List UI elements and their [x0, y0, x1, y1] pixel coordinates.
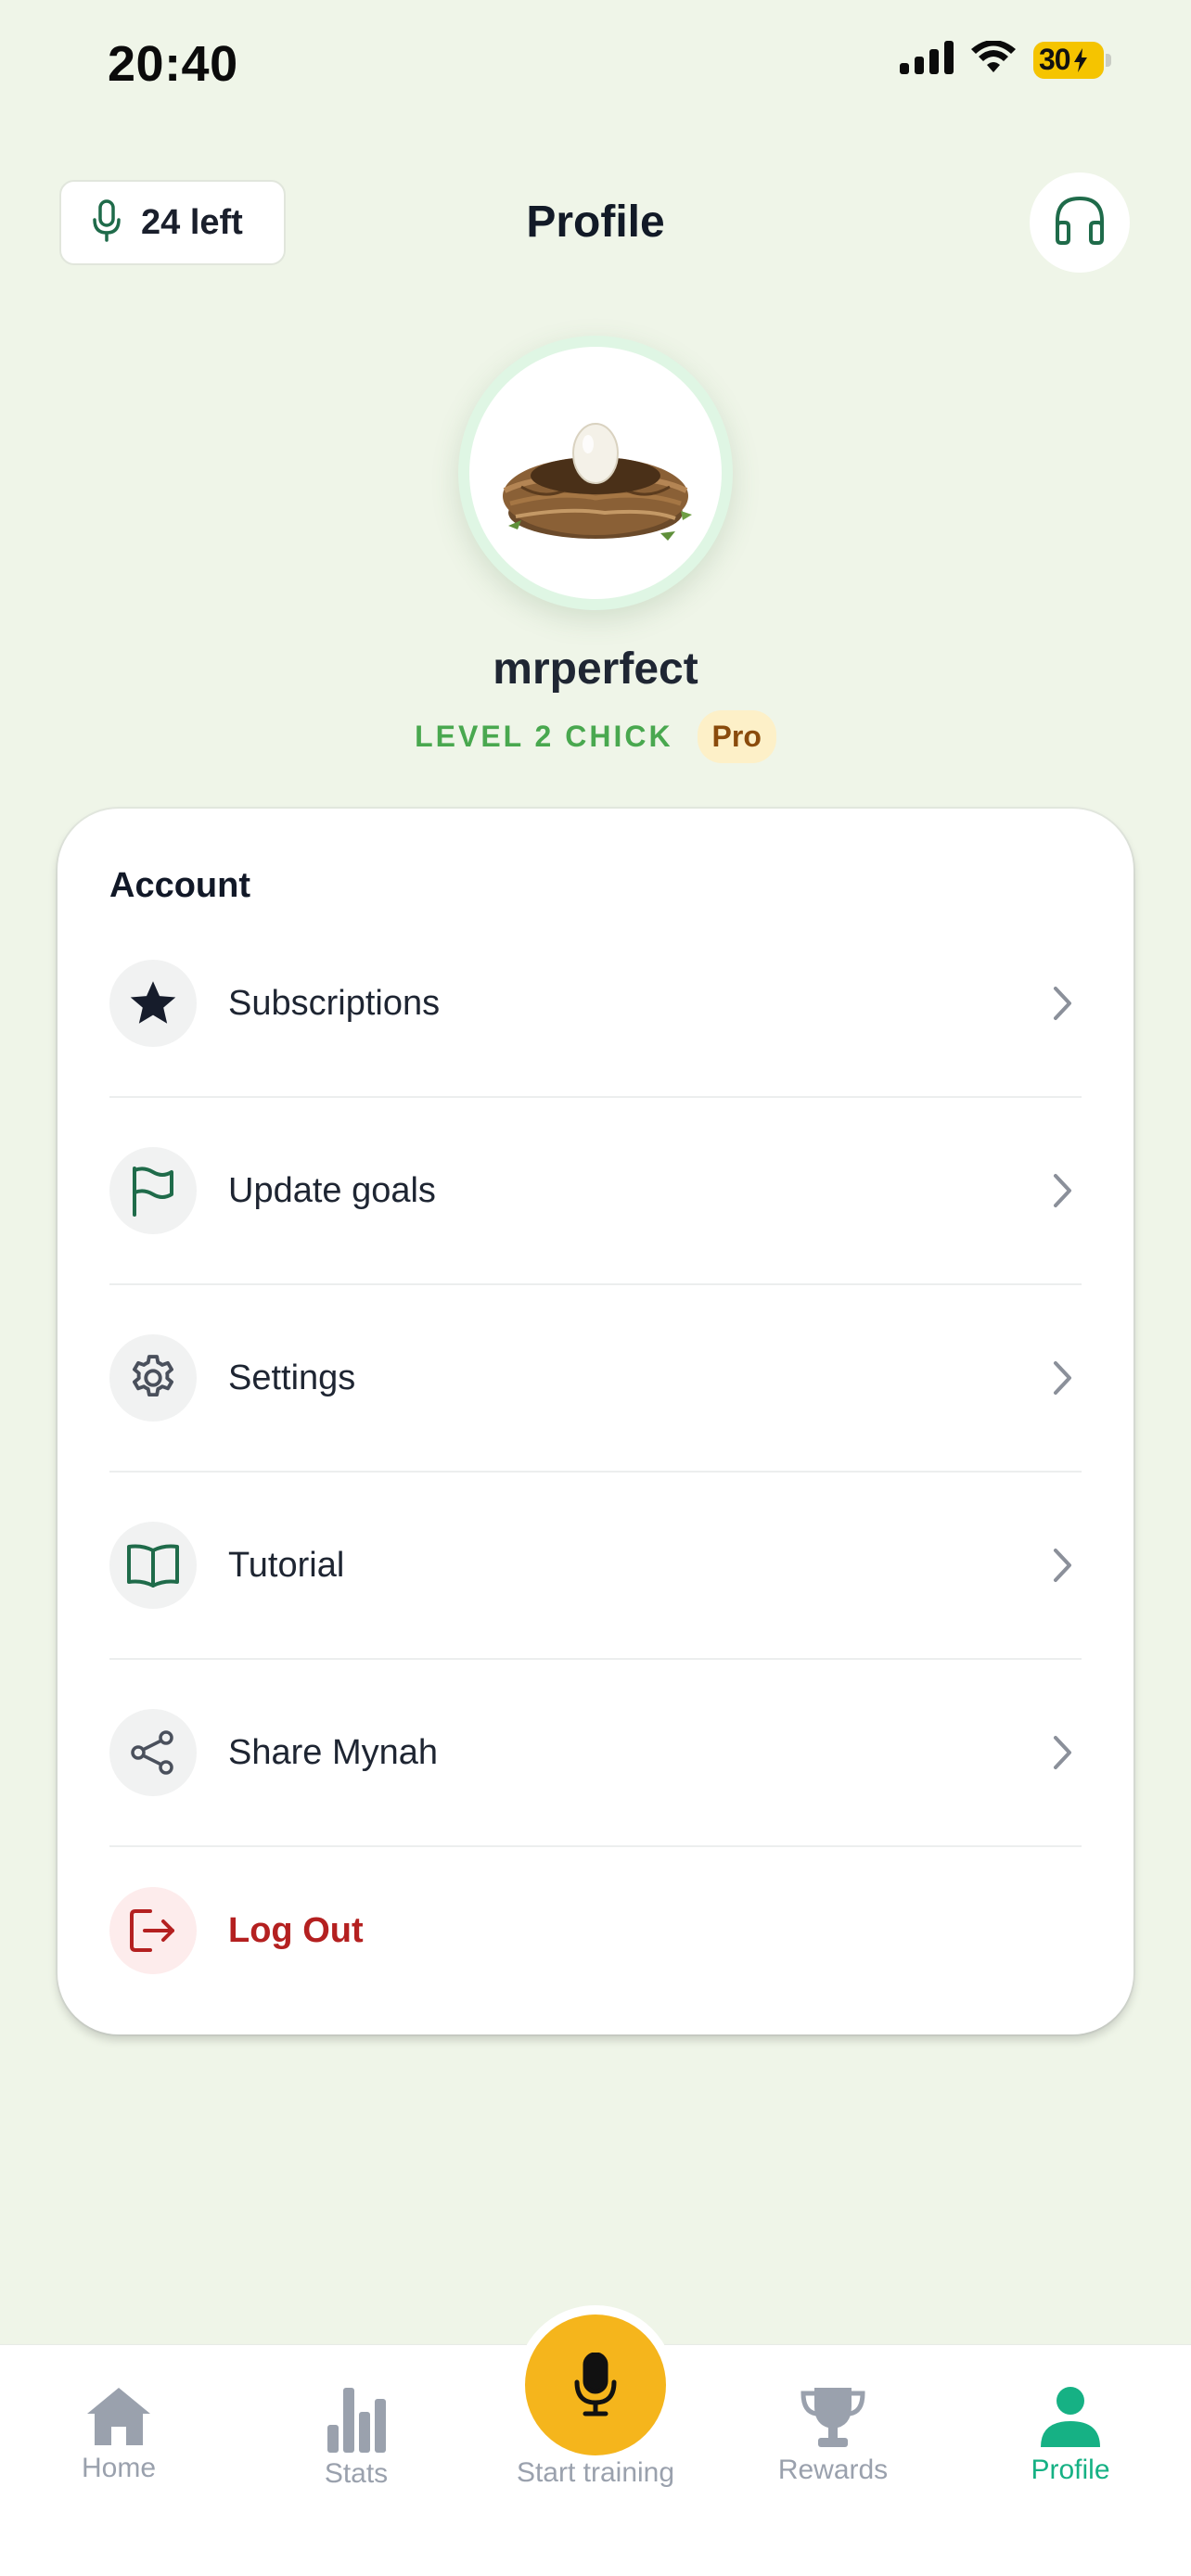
- chevron-right-icon: [1044, 986, 1082, 1021]
- nest-egg-icon: [503, 423, 692, 541]
- level-row: LEVEL 2 CHICK Pro: [0, 710, 1191, 763]
- page-title: Profile: [526, 198, 665, 247]
- tab-stats-label: Stats: [324, 2458, 389, 2489]
- charging-bolt-icon: [1073, 47, 1087, 72]
- avatar-image: [469, 347, 722, 599]
- username: mrperfect: [493, 644, 698, 694]
- tab-rewards[interactable]: Rewards: [731, 2386, 935, 2486]
- share-icon: [109, 1709, 197, 1796]
- tab-profile[interactable]: Profile: [968, 2386, 1172, 2486]
- chevron-right-icon: [1044, 1548, 1082, 1583]
- headphones-icon: [1052, 195, 1108, 251]
- menu-item-settings[interactable]: Settings: [109, 1285, 1082, 1473]
- account-card: Account Subscriptions Update goals Setti…: [58, 809, 1133, 2034]
- home-icon: [87, 2388, 150, 2445]
- battery-nub: [1106, 53, 1111, 67]
- battery-percent: 30: [1039, 43, 1071, 76]
- person-icon: [1041, 2387, 1100, 2447]
- start-training-fab: [525, 2315, 666, 2455]
- menu-item-share[interactable]: Share Mynah: [109, 1660, 1082, 1847]
- tab-profile-label: Profile: [1031, 2455, 1110, 2485]
- logout-icon: [109, 1887, 197, 1974]
- menu-label-settings: Settings: [228, 1358, 356, 1397]
- menu-label-logout: Log Out: [228, 1910, 364, 1950]
- avatar[interactable]: [458, 336, 733, 610]
- microphone-icon: [574, 2353, 617, 2417]
- gear-icon: [109, 1334, 197, 1422]
- menu-label-subscriptions: Subscriptions: [228, 983, 441, 1023]
- status-icons: 30: [900, 40, 1111, 79]
- star-icon: [109, 960, 197, 1047]
- flag-icon: [109, 1147, 197, 1234]
- start-training-label: Start training: [516, 2457, 675, 2488]
- pro-badge: Pro: [697, 710, 776, 763]
- menu-item-subscriptions[interactable]: Subscriptions: [109, 911, 1082, 1098]
- status-time: 20:40: [108, 36, 238, 92]
- logout-button[interactable]: Log Out: [109, 1847, 1082, 2014]
- chevron-right-icon: [1044, 1735, 1082, 1770]
- battery-indicator: 30: [1033, 41, 1104, 79]
- chevron-right-icon: [1044, 1360, 1082, 1396]
- tab-home[interactable]: Home: [17, 2386, 221, 2484]
- signal-icon: [900, 41, 954, 79]
- chevron-right-icon: [1044, 1173, 1082, 1208]
- menu-item-update-goals[interactable]: Update goals: [109, 1098, 1082, 1285]
- tab-home-label: Home: [81, 2453, 157, 2483]
- headphones-button[interactable]: [1030, 172, 1130, 273]
- book-icon: [109, 1522, 197, 1609]
- stats-icon: [327, 2388, 386, 2453]
- menu-label-share: Share Mynah: [228, 1732, 439, 1772]
- profile-screen: 20:40 30 24 left Profile mrperfect LEVEL…: [0, 0, 1191, 2576]
- menu-label-tutorial: Tutorial: [228, 1545, 345, 1585]
- level-label: LEVEL 2 CHICK: [415, 720, 673, 753]
- menu-item-tutorial[interactable]: Tutorial: [109, 1473, 1082, 1660]
- account-title: Account: [109, 866, 250, 905]
- trophy-icon: [800, 2388, 865, 2447]
- wifi-icon: [970, 40, 1017, 79]
- tab-stats[interactable]: Stats: [254, 2386, 458, 2490]
- start-training-button[interactable]: [516, 2305, 675, 2465]
- menu-label-update-goals: Update goals: [228, 1170, 436, 1210]
- tab-rewards-label: Rewards: [777, 2455, 889, 2485]
